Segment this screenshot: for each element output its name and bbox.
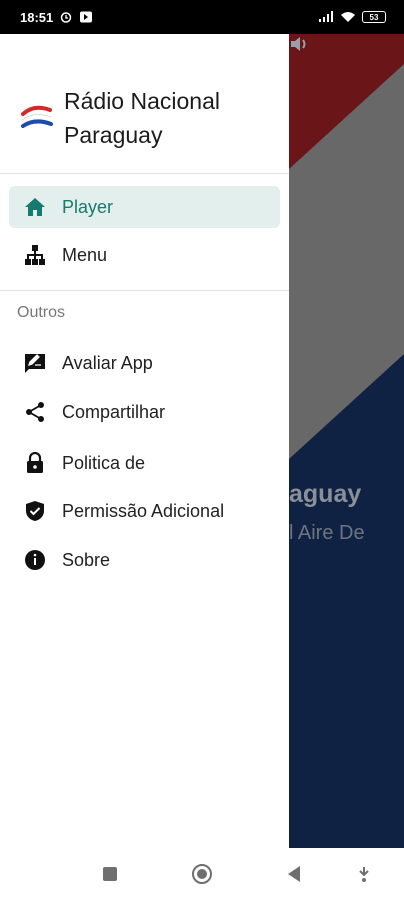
- drawer-item-label: Compartilhar: [62, 401, 166, 422]
- volume-icon[interactable]: [289, 34, 311, 54]
- alarm-icon: [61, 12, 72, 23]
- drawer-item-label: Menu: [62, 244, 108, 265]
- drawer-item-avaliar-app[interactable]: Avaliar App: [9, 342, 280, 384]
- assist-gesture-icon[interactable]: [352, 862, 376, 886]
- drawer-item-label: Politica de: [62, 452, 146, 473]
- signal-icon: [319, 11, 333, 22]
- rate-review-icon: [23, 351, 47, 375]
- background-artwork: [289, 34, 404, 848]
- recents-button[interactable]: [98, 862, 122, 886]
- drawer-item-permissao-adicional[interactable]: Permissão Adicional: [9, 490, 280, 532]
- lock-icon: [23, 451, 47, 475]
- section-title-outros: Outros: [17, 304, 66, 321]
- navigation-drawer: Rádio Nacional Paraguay Player Menu Outr…: [0, 34, 289, 848]
- shield-check-icon: [23, 499, 47, 523]
- system-navigation-bar: [0, 848, 404, 900]
- app-title: Rádio Nacional Paraguay: [64, 88, 220, 148]
- drawer-divider: [0, 290, 289, 291]
- drawer-item-label: Permissão Adicional: [62, 500, 225, 521]
- drawer-item-label: Sobre: [62, 549, 111, 570]
- battery-icon: 53: [362, 11, 386, 23]
- battery-level: 53: [369, 12, 379, 22]
- drawer-item-menu[interactable]: Menu: [9, 234, 280, 276]
- home-button[interactable]: [190, 862, 214, 886]
- background-player-screen: aguay l Aire De: [289, 34, 404, 848]
- drawer-item-sobre[interactable]: Sobre: [9, 539, 280, 581]
- sitemap-icon: [23, 243, 47, 267]
- app-logo-icon: [20, 105, 53, 128]
- background-station-title: aguay: [289, 480, 362, 508]
- background-station-subtitle: l Aire De: [289, 522, 365, 544]
- share-icon: [23, 400, 47, 424]
- drawer-item-compartilhar[interactable]: Compartilhar: [9, 391, 280, 433]
- back-button[interactable]: [282, 862, 306, 886]
- info-icon: [23, 548, 47, 572]
- status-bar: 18:51 53: [0, 0, 404, 34]
- drawer-item-politica[interactable]: Politica de: [9, 442, 280, 484]
- drawer-header: Rádio Nacional Paraguay: [0, 34, 289, 174]
- drawer-item-label: Player: [62, 196, 114, 217]
- drawer-item-label: Avaliar App: [62, 352, 153, 373]
- media-notification-icon: [80, 11, 93, 23]
- wifi-icon: [341, 12, 355, 22]
- drawer-item-player[interactable]: Player: [9, 186, 280, 228]
- clock: 18:51: [20, 9, 54, 25]
- home-icon: [23, 195, 47, 219]
